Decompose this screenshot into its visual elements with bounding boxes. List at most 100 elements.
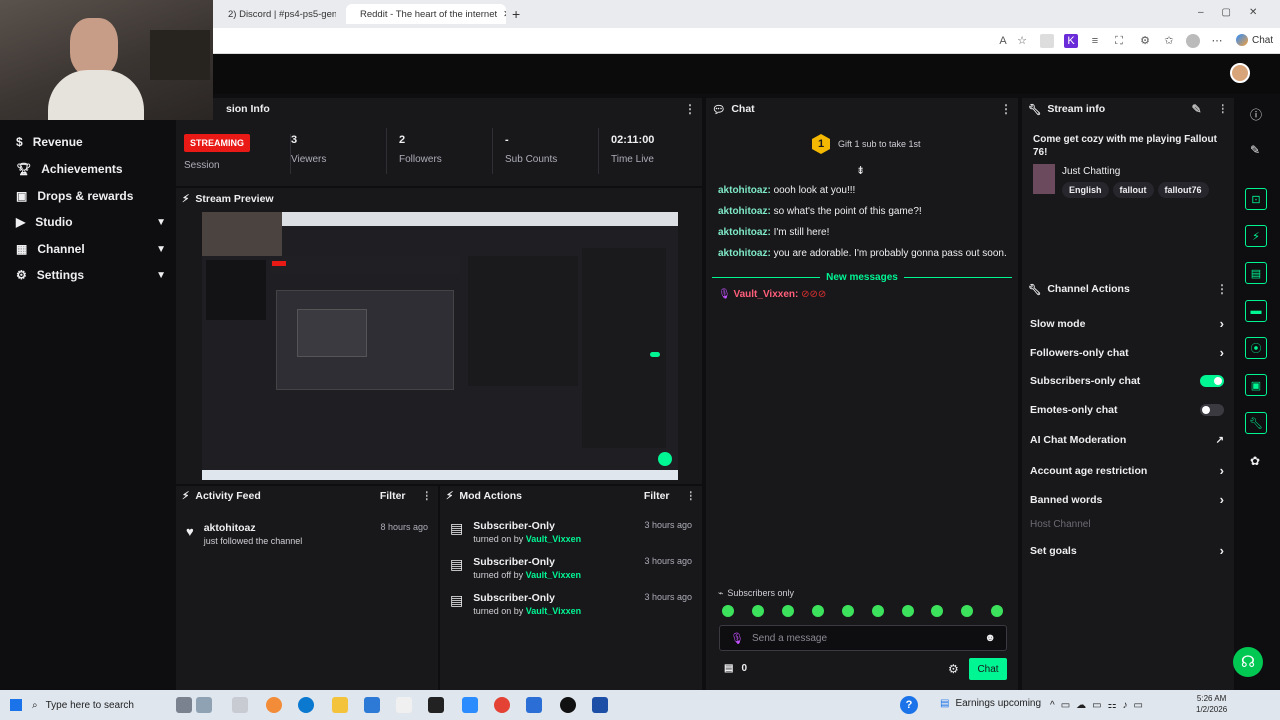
taskbar-search[interactable]: ⌕ Type here to search <box>32 693 170 717</box>
amazon-icon[interactable] <box>428 697 444 713</box>
send-chat-button[interactable]: Chat <box>969 658 1007 680</box>
window-controls[interactable]: –▢✕ <box>1198 7 1275 18</box>
pinned-icon[interactable]: ⇟ <box>856 164 865 177</box>
sidebar-item-achievements[interactable]: 🏆︎ Achievements <box>16 162 166 176</box>
more-icon[interactable]: ⋮ <box>422 490 433 502</box>
chat-quick-action-icon[interactable]: ▬ <box>1245 300 1267 322</box>
tab-reddit[interactable]: Reddit - The heart of the internet ✕ <box>346 4 506 24</box>
sidebar-item-studio[interactable]: ▶ Studio ▼ <box>16 215 166 229</box>
sidebar-item-channel[interactable]: ▦ Channel ▼ <box>16 242 166 256</box>
gift-sub-banner[interactable]: 1 Gift 1 sub to take 1st <box>812 134 921 154</box>
channel-points[interactable]: ▤ 0 <box>724 663 747 674</box>
sidebar-item-settings[interactable]: ⚙ Settings ▼ <box>16 268 166 282</box>
favorite-icon[interactable]: ☆ <box>1015 34 1029 48</box>
action-set-goals[interactable]: Set goals › <box>1030 543 1224 558</box>
chrome-icon[interactable] <box>494 697 510 713</box>
category-name[interactable]: Just Chatting <box>1062 166 1120 177</box>
info-icon[interactable]: ⓘ <box>1250 106 1262 123</box>
file-explorer-icon[interactable] <box>332 697 348 713</box>
stream-preview-video[interactable] <box>202 212 678 480</box>
copilot-button[interactable]: Chat <box>1236 34 1273 46</box>
more-icon[interactable]: ⋮ <box>686 490 697 502</box>
more-icon[interactable]: ⋮ <box>1000 102 1012 116</box>
windows-start-icon[interactable] <box>10 699 22 711</box>
screenshot-icon[interactable]: ⛶ <box>1112 34 1126 48</box>
mod-user-link[interactable]: Vault_Vixxen <box>526 606 581 616</box>
category-thumbnail[interactable] <box>1033 164 1055 194</box>
profile-icon[interactable] <box>1186 34 1200 48</box>
action-banned-words[interactable]: Banned words › <box>1030 492 1224 507</box>
subscribers-only-toggle[interactable] <box>1200 375 1224 387</box>
emote-icon[interactable] <box>872 605 884 617</box>
filter-button[interactable]: Filter <box>380 490 406 502</box>
mod-user-link[interactable]: Vault_Vixxen <box>526 570 581 580</box>
taskbar-app-icon[interactable] <box>592 697 608 713</box>
gift-quick-action-icon[interactable]: ▣ <box>1245 374 1267 396</box>
camera-quick-action-icon[interactable]: ⊡ <box>1245 188 1267 210</box>
system-tray-icons[interactable]: ^▭☁▭⚏♪▭ <box>1050 700 1149 711</box>
lightning-quick-action-icon[interactable]: ⚡︎ <box>1245 225 1267 247</box>
chat-settings-icon[interactable]: ⚙ <box>948 662 959 676</box>
action-account-age[interactable]: Account age restriction › <box>1030 463 1224 478</box>
emote-icon[interactable] <box>902 605 914 617</box>
tag[interactable]: English <box>1062 182 1109 198</box>
photos-icon[interactable] <box>526 697 542 713</box>
sidebar-item-drops[interactable]: ▣ Drops & rewards <box>16 189 166 203</box>
action-subscribers-only[interactable]: Subscribers-only chat <box>1030 375 1224 387</box>
wrench-quick-action-icon[interactable]: 🔧︎ <box>1245 412 1267 434</box>
emote-icon[interactable] <box>842 605 854 617</box>
tag[interactable]: fallout76 <box>1157 182 1209 198</box>
sidebar-item-revenue[interactable]: $ Revenue <box>16 135 166 149</box>
new-tab-button[interactable]: + <box>512 6 520 22</box>
filter-button[interactable]: Filter <box>644 490 670 502</box>
emote-icon[interactable] <box>722 605 734 617</box>
avatar[interactable] <box>1230 63 1250 83</box>
extensions-icon[interactable]: ⚙ <box>1138 34 1152 48</box>
taskbar-app-icon[interactable] <box>196 697 212 713</box>
edge-icon[interactable] <box>298 697 314 713</box>
more-icon[interactable]: ⋮ <box>1216 282 1228 296</box>
taskbar-app-icon[interactable] <box>176 697 192 713</box>
extensions-icon[interactable]: ✿ <box>1250 454 1260 468</box>
tag[interactable]: fallout <box>1112 182 1154 198</box>
emote-icon[interactable] <box>812 605 824 617</box>
more-icon[interactable]: ⋮ <box>1218 103 1229 115</box>
tab-discord[interactable]: 2) Discord | #ps4-ps5-general <box>214 4 336 24</box>
taskbar-news[interactable]: ▤ Earnings upcoming <box>940 698 1041 709</box>
emotes-only-toggle[interactable] <box>1200 404 1224 416</box>
task-view-icon[interactable] <box>232 697 248 713</box>
help-button[interactable]: ☊ <box>1233 647 1263 677</box>
action-slow-mode[interactable]: Slow mode › <box>1030 316 1224 331</box>
document-quick-action-icon[interactable]: ▤ <box>1245 262 1267 284</box>
more-icon[interactable]: ⋯ <box>1210 34 1224 48</box>
twitch-ext-icon[interactable]: K <box>1064 34 1078 48</box>
obs-icon[interactable] <box>560 697 576 713</box>
emoji-icon[interactable]: ☻ <box>984 632 996 644</box>
calculator-icon[interactable] <box>462 697 478 713</box>
emote-icon[interactable] <box>991 605 1003 617</box>
favorites-bar-icon[interactable]: ✩ <box>1162 34 1176 48</box>
help-icon[interactable]: ? <box>900 696 918 714</box>
mail-icon[interactable] <box>364 697 380 713</box>
chat-input[interactable]: 🎙︎ Send a message ☻ <box>719 625 1007 651</box>
emote-icon[interactable] <box>961 605 973 617</box>
edit-icon[interactable]: ✎ <box>1191 102 1201 116</box>
edit-icon[interactable]: ✎ <box>1250 143 1260 157</box>
close-tab-icon[interactable]: ✕ <box>503 9 506 20</box>
taskbar-clock[interactable]: 5:26 AM 1/2/2026 <box>1196 693 1227 715</box>
extension-icon[interactable] <box>1040 34 1054 48</box>
broadcast-quick-action-icon[interactable]: ⦿ <box>1245 337 1267 359</box>
sidebar-icon[interactable]: ≡ <box>1088 34 1102 48</box>
taskbar-app-icon[interactable] <box>396 697 412 713</box>
read-aloud-icon[interactable]: A <box>996 34 1010 48</box>
more-icon[interactable]: ⋮ <box>684 102 696 116</box>
copilot-icon[interactable] <box>266 697 282 713</box>
emote-icon[interactable] <box>752 605 764 617</box>
action-ai-moderation[interactable]: AI Chat Moderation ↗ <box>1030 434 1224 446</box>
mod-user-link[interactable]: Vault_Vixxen <box>526 534 581 544</box>
emote-icon[interactable] <box>931 605 943 617</box>
activity-user[interactable]: aktohitoaz <box>204 522 303 534</box>
emote-icon[interactable] <box>782 605 794 617</box>
action-followers-only[interactable]: Followers-only chat › <box>1030 345 1224 360</box>
action-emotes-only[interactable]: Emotes-only chat <box>1030 404 1224 416</box>
